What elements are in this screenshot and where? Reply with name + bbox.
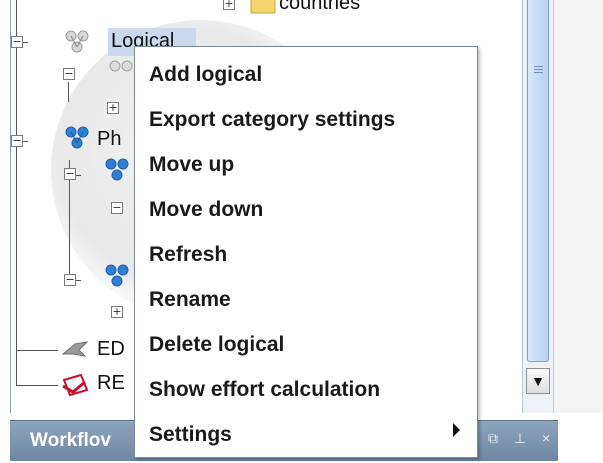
collapse-toggle[interactable]: −: [11, 135, 23, 147]
context-menu: Add logical Export category settings Mov…: [134, 46, 478, 458]
expand-toggle[interactable]: +: [111, 306, 123, 318]
vertical-scrollbar[interactable]: ▼: [522, 0, 554, 413]
tree-node-re[interactable]: RE: [97, 372, 125, 395]
tree-connector: [16, 385, 58, 386]
physical-model-icon: [65, 126, 89, 149]
logical-model-icon: [109, 60, 133, 72]
menu-item-show-effort-calculation[interactable]: Show effort calculation: [149, 378, 380, 402]
tree-node-physical[interactable]: Ph: [97, 128, 121, 151]
collapse-toggle[interactable]: −: [11, 36, 23, 48]
collapse-toggle[interactable]: −: [111, 202, 123, 214]
physical-model-icon: [105, 158, 129, 181]
expand-toggle[interactable]: +: [107, 102, 119, 114]
collapse-toggle[interactable]: −: [64, 168, 76, 180]
tree-connector: [16, 350, 58, 351]
menu-item-move-up[interactable]: Move up: [149, 153, 234, 177]
logical-model-icon: [65, 30, 89, 53]
bird-icon: [61, 341, 89, 357]
tree-node-ed[interactable]: ED: [97, 338, 125, 361]
expand-toggle[interactable]: +: [223, 0, 235, 10]
tree-node-countries[interactable]: countries: [279, 0, 360, 15]
physical-model-icon: [105, 264, 129, 287]
scrollbar-thumb[interactable]: [527, 0, 549, 362]
window: + countries − Logical − + − Ph − − − + E…: [0, 0, 603, 463]
menu-item-settings[interactable]: Settings: [149, 423, 232, 447]
tree-connector: [68, 82, 69, 102]
right-gutter: [553, 0, 603, 413]
right-bottom-area: [558, 413, 603, 463]
report-icon: [62, 373, 89, 397]
menu-item-refresh[interactable]: Refresh: [149, 243, 227, 267]
panel-window-controls[interactable]: ⧉ ⊥ ×: [488, 430, 556, 447]
menu-item-add-logical[interactable]: Add logical: [149, 63, 262, 87]
folder-icon: [250, 0, 276, 14]
menu-item-export-category-settings[interactable]: Export category settings: [149, 108, 395, 132]
submenu-arrow-icon: [453, 423, 460, 437]
menu-item-rename[interactable]: Rename: [149, 288, 231, 312]
scroll-down-button[interactable]: ▼: [526, 368, 550, 394]
menu-item-move-down[interactable]: Move down: [149, 198, 263, 222]
grip-icon: [534, 66, 543, 73]
collapse-toggle[interactable]: −: [63, 68, 75, 80]
menu-item-delete-logical[interactable]: Delete logical: [149, 333, 284, 357]
collapse-toggle[interactable]: −: [64, 274, 76, 286]
workflow-title: Workflov: [30, 430, 111, 451]
tree-connector: [16, 0, 17, 385]
